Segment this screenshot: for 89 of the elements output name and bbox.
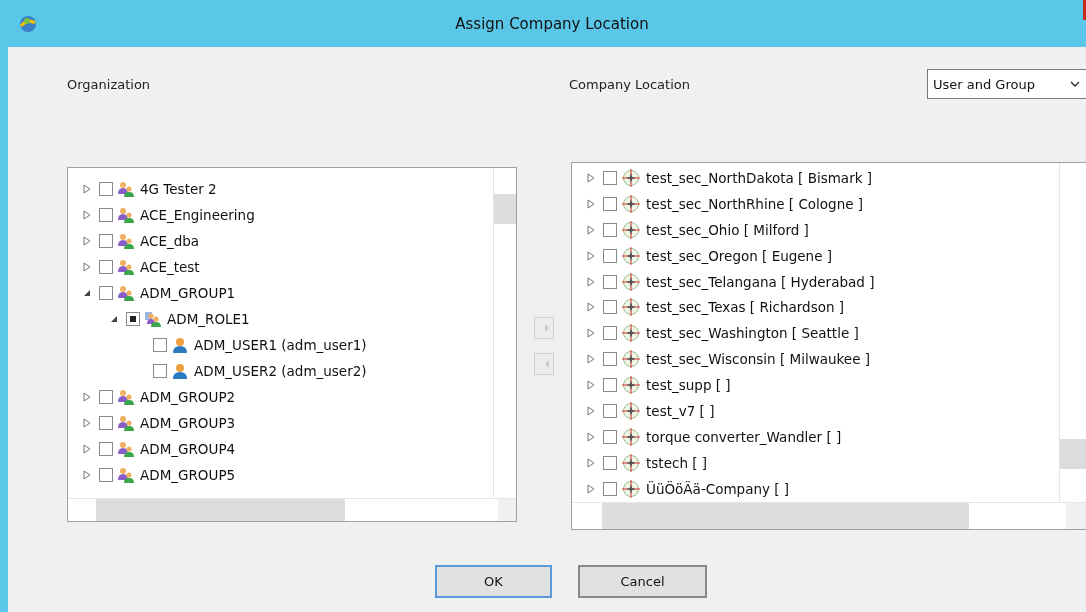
people-icon [118,207,134,223]
checkbox[interactable] [99,442,113,456]
compass-icon [622,194,641,213]
horizontal-scrollbar[interactable] [572,502,1086,529]
checkbox[interactable] [603,196,618,211]
filter-dropdown[interactable]: User and Group [927,69,1086,99]
checkbox[interactable] [603,455,618,470]
tree-item-label[interactable]: test_v7 [ ] [646,402,715,419]
tree-item-label[interactable]: ADM_ROLE1 [167,311,250,327]
checkbox[interactable] [99,468,113,482]
compass-icon [622,401,641,420]
people-icon [118,415,134,431]
checkbox[interactable] [603,274,618,289]
left-arrow-icon [543,359,552,369]
checkbox[interactable] [603,352,618,367]
person-icon [172,363,188,379]
people-icon [118,181,134,197]
people-icon [118,467,134,483]
checkbox[interactable] [603,300,618,315]
app-icon [18,13,38,34]
checkbox[interactable] [603,378,618,393]
people-icon [118,389,134,405]
tree-item-label[interactable]: test_sec_NorthDakota [ Bismark ] [646,169,873,186]
compass-icon [622,324,641,343]
vertical-scrollbar[interactable] [1059,163,1086,503]
checkbox[interactable] [99,234,113,248]
checkbox[interactable] [99,182,113,196]
dialog-button[interactable]: Cancel [578,565,707,598]
person-icon [172,337,188,353]
vertical-scrollbar[interactable] [493,168,517,499]
checkbox[interactable] [603,326,618,341]
compass-icon [622,350,641,369]
tree-item-label[interactable]: test_sec_Texas [ Richardson ] [646,299,845,316]
tree-item-label[interactable]: ADM_GROUP5 [140,467,236,483]
checkbox[interactable] [153,364,167,378]
compass-icon [622,453,641,472]
tree-item-label[interactable]: ACE_dba [140,233,200,249]
compass-icon [622,298,641,317]
tree-item-label[interactable]: ACE_Engineering [140,207,255,223]
tree-item-label[interactable]: torque converter_Wandler [ ] [646,428,842,445]
people-icon [118,285,134,301]
checkbox[interactable] [603,248,618,263]
tree-item-label[interactable]: test_supp [ ] [646,377,731,394]
tree-item-label[interactable]: ÜüÖöÄä-Company [ ] [646,480,790,497]
people-icon [118,441,134,457]
tree-item-label[interactable]: ADM_GROUP3 [140,415,236,431]
people-icon [118,259,134,275]
checkbox[interactable] [603,429,618,444]
tree-item-label[interactable]: test_sec_Ohio [ Milford ] [646,221,809,238]
tree-item-label[interactable]: tstech [ ] [646,454,708,471]
checkbox[interactable] [99,416,113,430]
window-title: Assign Company Location [454,14,650,33]
compass-icon [622,246,641,265]
tree-item-label[interactable]: test_sec_Wisconsin [ Milwaukee ] [646,351,871,368]
right-arrow-icon [543,323,552,333]
tree-item-label[interactable]: ADM_GROUP1 [140,285,236,301]
company-location-label: Company Location [569,76,691,92]
tree-item-label[interactable]: ACE_test [140,259,200,275]
checkbox[interactable] [99,286,113,300]
tree-item-label[interactable]: test_sec_NorthRhine [ Cologne ] [646,195,864,212]
checkbox[interactable] [603,222,618,237]
compass-icon [622,220,641,239]
checkbox[interactable] [126,312,140,326]
checkbox[interactable] [603,403,618,418]
tree-item-label[interactable]: test_sec_Washington [ Seattle ] [646,325,859,342]
compass-icon [622,272,641,291]
dialog-button[interactable]: OK [435,565,552,598]
checkbox[interactable] [603,170,618,185]
tree-item-label[interactable]: ADM_GROUP4 [140,441,236,457]
compass-icon [622,427,641,446]
people-icon [118,233,134,249]
tree-item-label[interactable]: test_sec_Telangana [ Hyderabad ] [646,273,875,290]
horizontal-scrollbar[interactable] [68,498,517,521]
tree-item-label[interactable]: ADM_USER2 (adm_user2) [194,363,367,379]
checkbox[interactable] [99,208,113,222]
checkbox[interactable] [603,481,618,496]
tree-item-label[interactable]: ADM_GROUP2 [140,389,236,405]
checkbox[interactable] [99,260,113,274]
compass-icon [622,479,641,498]
compass-icon [622,376,641,395]
tree-item-label[interactable]: test_sec_Oregon [ Eugene ] [646,247,833,264]
tree-item-label[interactable]: 4G Tester 2 [140,181,217,197]
chevron-down-icon [1070,81,1080,87]
people-icon [145,311,161,327]
compass-icon [622,168,641,187]
checkbox[interactable] [99,390,113,404]
organization-label: Organization [67,76,152,92]
checkbox[interactable] [153,338,167,352]
tree-item-label[interactable]: ADM_USER1 (adm_user1) [194,337,367,353]
